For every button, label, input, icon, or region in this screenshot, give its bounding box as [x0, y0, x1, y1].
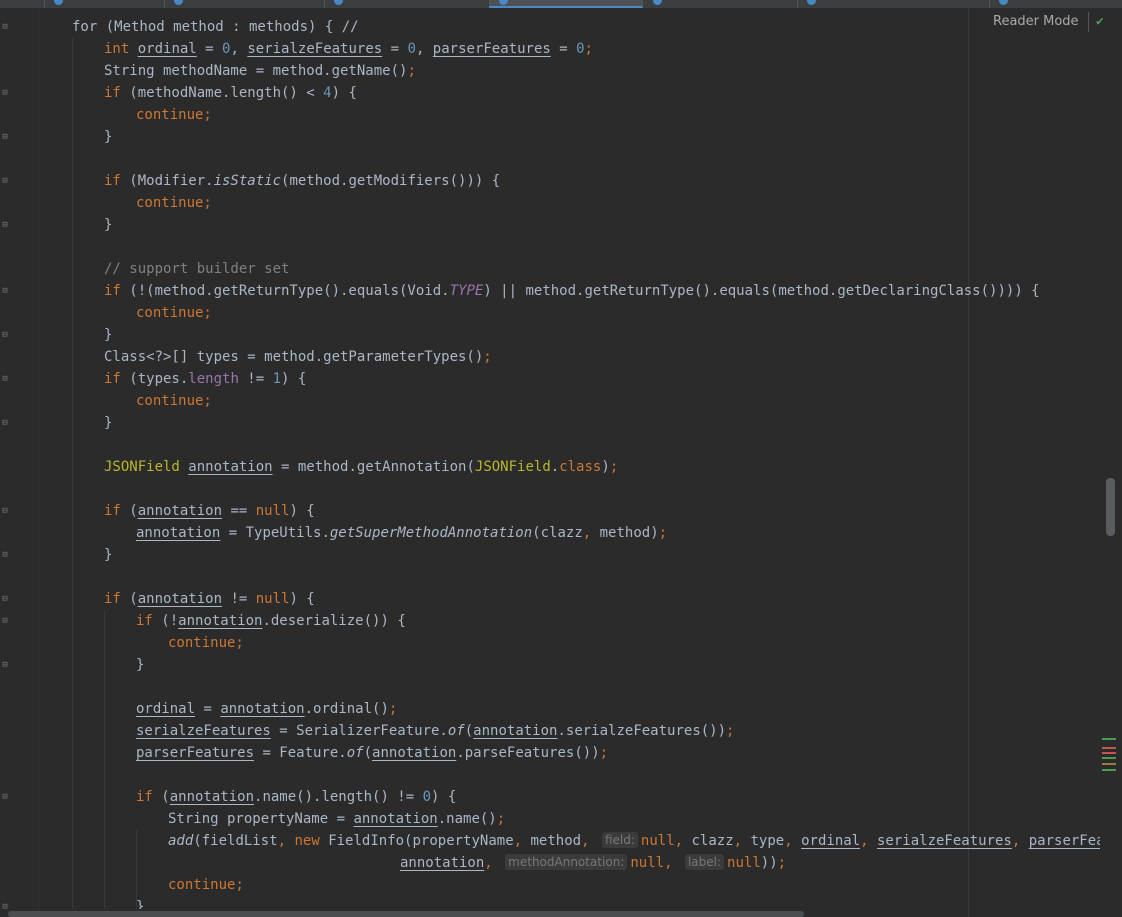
java-class-icon — [174, 0, 183, 5]
editor-tab-active[interactable] — [489, 0, 643, 8]
code-line: serialzeFeatures = SerializerFeature.of(… — [136, 723, 735, 739]
code-line: } — [104, 129, 113, 145]
editor-tab-bar — [0, 0, 1122, 8]
code-line: if (annotation.name().length() != 0) { — [136, 789, 457, 805]
code-line: String methodName = method.getName(); — [104, 63, 416, 79]
code-line: } — [104, 415, 113, 431]
java-class-icon — [807, 0, 816, 5]
code-line: add(fieldList, new FieldInfo(propertyNam… — [168, 832, 1100, 849]
param-hint-label: label: — [684, 854, 725, 870]
code-line: } — [136, 657, 145, 673]
code-line: if (annotation == null) { — [104, 503, 315, 519]
code-line: continue; — [136, 393, 212, 409]
reader-mode-toggle[interactable]: Reader Mode — [993, 13, 1079, 31]
java-class-icon — [999, 0, 1008, 5]
code-line: continue; — [136, 195, 212, 211]
code-line: } — [104, 327, 113, 343]
java-class-icon — [54, 0, 63, 5]
toolbar-separator — [1088, 12, 1089, 32]
code-line: Class<?>[] types = method.getParameterTy… — [104, 349, 492, 365]
vertical-scrollbar-thumb[interactable] — [1106, 478, 1115, 536]
check-icon[interactable]: ✔ — [1096, 13, 1104, 31]
code-line: if (Modifier.isStatic(method.getModifier… — [104, 173, 501, 189]
param-hint-field: field: — [601, 832, 638, 848]
code-line: } — [104, 547, 113, 563]
java-class-icon — [653, 0, 662, 5]
code-line: String propertyName = annotation.name(); — [168, 811, 506, 827]
code-line: continue; — [168, 635, 244, 651]
code-line: } — [136, 899, 145, 909]
code-line: ordinal = annotation.ordinal(); — [136, 701, 398, 717]
error-stripe-mark[interactable] — [1102, 769, 1116, 771]
code-line: continue; — [136, 107, 212, 123]
code-line: JSONField annotation = method.getAnnotat… — [104, 459, 619, 475]
param-hint-method-annotation: methodAnnotation: — [505, 854, 628, 870]
code-line: int ordinal = 0, serialzeFeatures = 0, p… — [104, 41, 593, 57]
java-class-icon — [499, 0, 508, 5]
code-line: if (types.length != 1) { — [104, 371, 307, 387]
code-line: parserFeatures = Feature.of(annotation.p… — [136, 745, 609, 761]
editor-tab[interactable] — [0, 0, 45, 8]
error-stripe-mark[interactable] — [1102, 752, 1116, 754]
code-line: continue; — [136, 305, 212, 321]
error-stripe-mark[interactable] — [1102, 738, 1116, 740]
error-stripe-mark[interactable] — [1102, 747, 1116, 749]
editor-tab[interactable] — [643, 0, 798, 8]
error-stripe-mark[interactable] — [1102, 763, 1116, 765]
editor-tab[interactable] — [797, 0, 990, 8]
code-line: if (!annotation.deserialize()) { — [136, 613, 406, 629]
code-comment: // support builder set — [104, 261, 290, 277]
indent-guide — [104, 610, 105, 909]
code-line: if (annotation != null) { — [104, 591, 315, 607]
editor-tab[interactable] — [44, 0, 165, 8]
code-line: continue; — [168, 877, 244, 893]
code-line: if (methodName.length() < 4) { — [104, 85, 357, 101]
editor-tab[interactable] — [324, 0, 490, 8]
code-line: annotation, methodAnnotation: null, label… — [400, 854, 787, 871]
horizontal-scrollbar-thumb[interactable] — [8, 911, 804, 917]
editor-tab[interactable] — [164, 0, 325, 8]
java-class-icon — [334, 0, 343, 5]
error-stripe-mark[interactable] — [1102, 757, 1116, 759]
code-line: if (!(method.getReturnType().equals(Void… — [104, 283, 1040, 299]
code-line: for (Method method : methods) { // — [72, 19, 359, 35]
code-line: } — [104, 217, 113, 233]
code-editor[interactable]: for (Method method : methods) { // int o… — [0, 16, 1100, 909]
editor-tab[interactable] — [989, 0, 1122, 8]
code-line: annotation = TypeUtils.getSuperMethodAnn… — [136, 525, 668, 541]
indent-guide — [72, 38, 73, 909]
